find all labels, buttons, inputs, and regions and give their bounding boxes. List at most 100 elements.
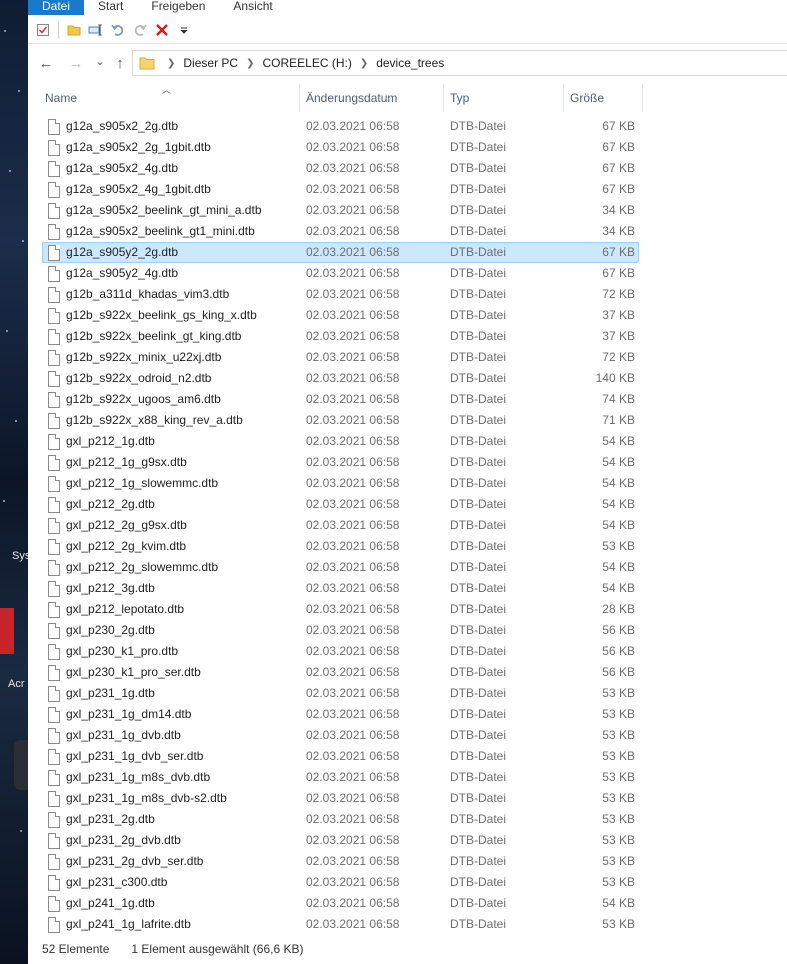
file-row[interactable]: g12b_s922x_x88_king_rev_a.dtb 02.03.2021 … <box>42 410 639 431</box>
file-row[interactable]: gxl_p231_1g_dm14.dtb 02.03.2021 06:58 DTB-… <box>42 704 639 725</box>
file-name: gxl_p231_1g_m8s_dvb-s2.dtb <box>66 791 227 805</box>
tab-ansicht[interactable]: Ansicht <box>219 0 286 15</box>
file-row[interactable]: g12b_s922x_odroid_n2.dtb 02.03.2021 06:58… <box>42 368 639 389</box>
file-row[interactable]: gxl_p212_1g_slowemmc.dtb 02.03.2021 06:58… <box>42 473 639 494</box>
file-row[interactable]: gxl_p230_k1_pro.dtb 02.03.2021 06:58 DTB-D… <box>42 641 639 662</box>
file-size: 72 KB <box>602 350 635 364</box>
file-row[interactable]: gxl_p212_2g_g9sx.dtb 02.03.2021 06:58 DTB-… <box>42 515 639 536</box>
file-size: 67 KB <box>602 140 635 154</box>
file-type: DTB-Datei <box>450 770 507 784</box>
file-size: 54 KB <box>602 896 635 910</box>
column-date[interactable]: Änderungsdatum <box>301 84 444 112</box>
file-row[interactable]: gxl_p230_k1_pro_ser.dtb 02.03.2021 06:58 D… <box>42 662 639 683</box>
file-row[interactable]: gxl_p231_1g.dtb 02.03.2021 06:58 DTB-Datei… <box>42 683 639 704</box>
file-row[interactable]: g12a_s905x2_2g_1gbit.dtb 02.03.2021 06:58… <box>42 137 639 158</box>
file-type: DTB-Datei <box>450 749 507 763</box>
file-row[interactable]: gxl_p212_2g_kvim.dtb 02.03.2021 06:58 DTB-… <box>42 536 639 557</box>
file-row[interactable]: gxl_p230_2g.dtb 02.03.2021 06:58 DTB-Datei… <box>42 620 639 641</box>
file-size: 53 KB <box>602 812 635 826</box>
breadcrumb-dieser-pc[interactable]: Dieser PC <box>183 56 238 70</box>
file-size: 37 KB <box>602 308 635 322</box>
file-type: DTB-Datei <box>450 455 507 469</box>
toolbar-divider <box>58 20 59 39</box>
delete-icon[interactable] <box>153 20 171 40</box>
desktop-icon-label[interactable]: Sys <box>12 550 28 562</box>
file-date: 02.03.2021 06:58 <box>306 392 400 406</box>
file-icon <box>48 854 60 870</box>
star <box>6 330 8 332</box>
file-row[interactable]: g12b_s922x_beelink_gt_king.dtb 02.03.2021… <box>42 326 639 347</box>
file-icon <box>48 770 60 786</box>
tab-start[interactable]: Start <box>84 0 137 15</box>
customize-dropdown-icon[interactable] <box>175 20 193 40</box>
file-row[interactable]: gxl_p212_lepotato.dtb 02.03.2021 06:58 DTB… <box>42 599 639 620</box>
star <box>3 500 5 502</box>
file-row[interactable]: gxl_p212_1g.dtb 02.03.2021 06:58 DTB-Datei… <box>42 431 639 452</box>
file-row[interactable]: gxl_p231_1g_m8s_dvb.dtb 02.03.2021 06:58 D… <box>42 767 639 788</box>
file-row[interactable]: gxl_p241_1g_lafrite.dtb 02.03.2021 06:58 D… <box>42 914 639 935</box>
file-date: 02.03.2021 06:58 <box>306 833 400 847</box>
file-row[interactable]: g12a_s905x2_4g_1gbit.dtb 02.03.2021 06:58… <box>42 179 639 200</box>
navigation-bar: ← → ⌄ ↑ ❯ Dieser PC ❯ COREELEC (H:) ❯ de… <box>28 44 787 82</box>
file-icon <box>48 812 60 828</box>
file-size: 67 KB <box>602 119 635 133</box>
file-row[interactable]: gxl_p231_2g.dtb 02.03.2021 06:58 DTB-Datei… <box>42 809 639 830</box>
file-size: 56 KB <box>602 644 635 658</box>
file-row[interactable]: g12b_s922x_beelink_gs_king_x.dtb 02.03.20… <box>42 305 639 326</box>
redo-icon[interactable] <box>131 20 149 40</box>
desktop-app-icon[interactable] <box>0 608 14 654</box>
selection-info: 1 Element ausgewählt (66,6 KB) <box>131 942 304 956</box>
file-row[interactable]: gxl_p231_1g_dvb.dtb 02.03.2021 06:58 DTB-D… <box>42 725 639 746</box>
file-icon <box>48 791 60 807</box>
breadcrumb-device-trees[interactable]: device_trees <box>376 56 444 70</box>
rename-icon[interactable] <box>87 20 105 40</box>
file-row[interactable]: gxl_p212_2g_slowemmc.dtb 02.03.2021 06:58… <box>42 557 639 578</box>
file-row[interactable]: g12a_s905x2_4g.dtb 02.03.2021 06:58 DTB-Da… <box>42 158 639 179</box>
new-folder-icon[interactable] <box>65 20 83 40</box>
file-size: 72 KB <box>602 287 635 301</box>
file-name: g12a_s905y2_2g.dtb <box>66 245 179 259</box>
file-name: g12a_s905y2_4g.dtb <box>66 266 179 280</box>
desktop-icon-label[interactable]: Acr <box>8 678 25 690</box>
breadcrumb-coreelec[interactable]: COREELEC (H:) <box>262 56 351 70</box>
file-row[interactable]: gxl_p231_1g_m8s_dvb-s2.dtb 02.03.2021 06:… <box>42 788 639 809</box>
file-row[interactable]: g12b_s922x_ugoos_am6.dtb 02.03.2021 06:58… <box>42 389 639 410</box>
undo-icon[interactable] <box>109 20 127 40</box>
file-row[interactable]: g12b_s922x_minix_u22xj.dtb 02.03.2021 06:… <box>42 347 639 368</box>
tab-datei[interactable]: Datei <box>28 0 85 15</box>
file-row[interactable]: gxl_p231_2g_dvb_ser.dtb 02.03.2021 06:58 D… <box>42 851 639 872</box>
file-row[interactable]: g12a_s905x2_2g.dtb 02.03.2021 06:58 DTB-Da… <box>42 116 639 137</box>
chevron-right-icon: ❯ <box>167 57 176 69</box>
column-name[interactable]: Name <box>40 84 300 112</box>
file-row[interactable]: gxl_p231_1g_dvb_ser.dtb 02.03.2021 06:58 D… <box>42 746 639 767</box>
file-size: 140 KB <box>595 371 635 385</box>
file-row[interactable]: gxl_p231_2g_dvb.dtb 02.03.2021 06:58 DTB-D… <box>42 830 639 851</box>
file-row[interactable]: g12b_a311d_khadas_vim3.dtb 02.03.2021 06:… <box>42 284 639 305</box>
file-row[interactable]: g12a_s905y2_4g.dtb 02.03.2021 06:58 DTB-Da… <box>42 263 639 284</box>
file-name: gxl_p230_2g.dtb <box>66 623 155 637</box>
file-row[interactable]: gxl_p212_2g.dtb 02.03.2021 06:58 DTB-Datei… <box>42 494 639 515</box>
file-row[interactable]: gxl_p231_c300.dtb 02.03.2021 06:58 DTB-Dat… <box>42 872 639 893</box>
file-size: 53 KB <box>602 854 635 868</box>
file-row[interactable]: g12a_s905x2_beelink_gt_mini_a.dtb 02.03.2… <box>42 200 639 221</box>
forward-button[interactable]: → <box>64 51 88 75</box>
column-type[interactable]: Typ <box>445 84 564 112</box>
tab-freigeben[interactable]: Freigeben <box>137 0 219 15</box>
file-icon <box>48 917 60 933</box>
column-size[interactable]: Größe <box>565 84 643 112</box>
file-row[interactable]: gxl_p212_1g_g9sx.dtb 02.03.2021 06:58 DTB-… <box>42 452 639 473</box>
file-row[interactable]: gxl_p241_1g.dtb 02.03.2021 06:58 DTB-Datei… <box>42 893 639 914</box>
file-row[interactable]: g12a_s905x2_beelink_gt1_mini.dtb 02.03.20… <box>42 221 639 242</box>
file-size: 54 KB <box>602 560 635 574</box>
up-button[interactable]: ↑ <box>108 51 132 75</box>
file-name: g12b_s922x_minix_u22xj.dtb <box>66 350 222 364</box>
file-name: g12a_s905x2_beelink_gt1_mini.dtb <box>66 224 255 238</box>
properties-icon[interactable] <box>34 20 52 40</box>
back-button[interactable]: ← <box>34 51 58 75</box>
address-bar[interactable]: ❯ Dieser PC ❯ COREELEC (H:) ❯ device_tre… <box>132 50 787 76</box>
file-icon <box>48 434 60 450</box>
file-row[interactable]: gxl_p212_3g.dtb 02.03.2021 06:58 DTB-Datei… <box>42 578 639 599</box>
file-name: g12a_s905x2_4g_1gbit.dtb <box>66 182 211 196</box>
file-row[interactable]: g12a_s905y2_2g.dtb 02.03.2021 06:58 DTB-Da… <box>42 242 639 263</box>
file-icon <box>48 539 60 555</box>
